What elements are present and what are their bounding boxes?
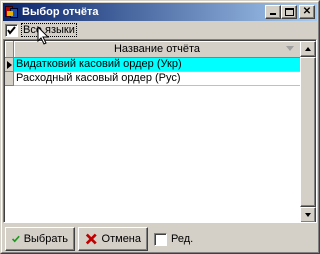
row-indicator [5,72,14,86]
maximize-button[interactable] [281,5,297,19]
maximize-icon [285,8,294,16]
scroll-up-button[interactable] [300,41,316,57]
cross-icon [85,233,97,245]
column-header-label: Название отчёта [113,43,200,55]
table-row[interactable]: Видатковий касовий ордер (Укр) [5,58,301,72]
scroll-thumb[interactable] [300,57,316,207]
report-selection-window: Выбор отчёта ✕ Все языки Название отчёта [0,0,320,254]
vertical-scrollbar[interactable] [300,41,316,222]
scroll-down-button[interactable] [300,207,316,222]
checkmark-icon [12,235,20,243]
edit-label: Ред. [171,233,194,245]
arrow-down-icon [305,213,311,217]
button-bar: Выбрать Отмена Ред. [5,227,193,251]
header-indicator-cell [5,41,14,58]
table-cell[interactable]: Видатковий касовий ордер (Укр) [14,58,301,72]
table-row[interactable]: Расходный касовый ордер (Рус) [5,72,301,86]
minimize-icon [270,13,276,15]
sort-icon[interactable] [286,46,294,51]
select-button-label: Выбрать [23,233,68,245]
all-languages-checkbox-box[interactable] [5,23,18,37]
current-row-arrow-icon [7,61,12,69]
table-cell[interactable]: Расходный касовый ордер (Рус) [14,72,301,86]
mouse-cursor-icon [37,26,50,45]
report-grid[interactable]: Название отчёта Видатковий касовий ордер… [3,39,317,223]
row-indicator [5,58,14,72]
cancel-button[interactable]: Отмена [78,227,148,251]
window-title: Выбор отчёта [22,6,99,18]
column-header-report-name[interactable]: Название отчёта [14,41,301,58]
app-icon [5,5,19,19]
edit-checkbox[interactable]: Ред. [154,232,194,246]
arrow-up-icon [305,47,311,51]
close-icon: ✕ [302,6,312,17]
title-bar[interactable]: Выбор отчёта ✕ [3,3,317,21]
cancel-button-label: Отмена [101,233,141,245]
close-button[interactable]: ✕ [299,5,315,19]
checkmark-icon [7,25,16,35]
grid-viewport: Название отчёта Видатковий касовий ордер… [4,40,316,222]
minimize-button[interactable] [265,5,281,19]
select-button[interactable]: Выбрать [5,227,75,251]
edit-checkbox-box[interactable] [154,232,167,246]
